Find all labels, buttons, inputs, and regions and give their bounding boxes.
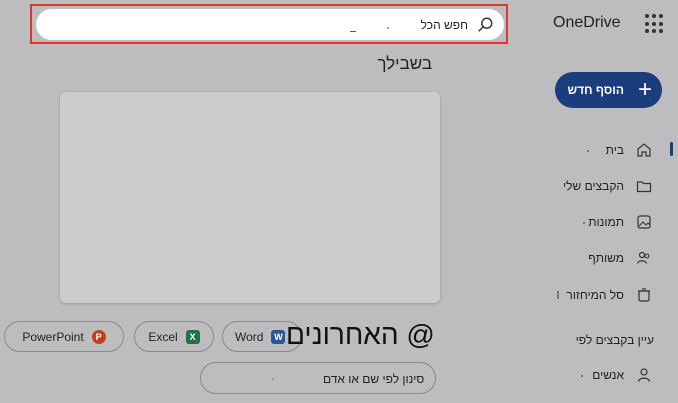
sidebar-item-people[interactable]: אנשים <box>592 365 652 385</box>
brand-name[interactable]: OneDrive <box>553 14 621 32</box>
search-placeholder: חפש הכל <box>420 17 468 32</box>
dot-marker <box>587 150 589 152</box>
sidebar-item-label: משותף <box>588 251 624 265</box>
search-decoration-line <box>350 28 356 32</box>
filter-chip-excel[interactable]: Excel X <box>134 321 214 352</box>
filter-chip-label: PowerPoint <box>22 329 84 344</box>
photos-icon <box>637 215 651 229</box>
section-title-recent: האחרונים @ <box>286 319 435 350</box>
search-input[interactable]: חפש הכל <box>36 9 504 40</box>
sidebar-item-recycle-bin[interactable]: סל המיחזור <box>566 285 652 305</box>
app-launcher-icon[interactable] <box>645 14 665 34</box>
powerpoint-icon: P <box>91 329 106 344</box>
filter-chip-powerpoint[interactable]: PowerPoint P <box>4 321 124 352</box>
filter-decoration <box>272 378 274 380</box>
dot-marker <box>583 222 585 224</box>
sidebar-item-home[interactable]: בית <box>606 140 652 160</box>
people-icon <box>636 251 650 264</box>
filter-placeholder: סינון לפי שם או אדם <box>323 372 425 386</box>
word-icon: W <box>271 329 286 344</box>
dot-marker <box>581 375 583 377</box>
browse-heading: עיין בקבצים לפי <box>575 333 654 347</box>
search-decoration <box>387 27 389 29</box>
home-icon <box>637 143 651 157</box>
folder-icon <box>636 181 652 193</box>
sidebar-item-label: אנשים <box>592 368 624 382</box>
recommendation-card[interactable] <box>60 92 440 303</box>
sidebar-item-label: בית <box>605 143 624 157</box>
search-icon <box>478 17 493 32</box>
recycle-bin-icon <box>638 288 650 302</box>
plus-icon: + <box>637 76 652 103</box>
add-new-label: הוסף חדש <box>567 83 624 97</box>
sidebar-item-photos[interactable]: תמונות <box>588 212 652 232</box>
sidebar-item-label: תמונות <box>588 215 624 229</box>
sidebar-item-shared[interactable]: משותף <box>588 248 652 268</box>
person-icon <box>637 368 651 382</box>
add-new-button[interactable]: + הוסף חדש <box>555 72 662 108</box>
section-title-for-you: בשבילך <box>377 54 432 73</box>
filter-chip-label: Word <box>235 329 264 344</box>
sidebar-item-label: הקבצים שלי <box>563 179 624 193</box>
dot-marker <box>557 291 559 299</box>
sidebar-item-label: סל המיחזור <box>566 288 624 302</box>
filter-chip-label: Excel <box>148 329 178 344</box>
excel-icon: X <box>185 329 200 344</box>
active-indicator <box>670 142 673 156</box>
sidebar-item-my-files[interactable]: הקבצים שלי <box>563 176 652 196</box>
